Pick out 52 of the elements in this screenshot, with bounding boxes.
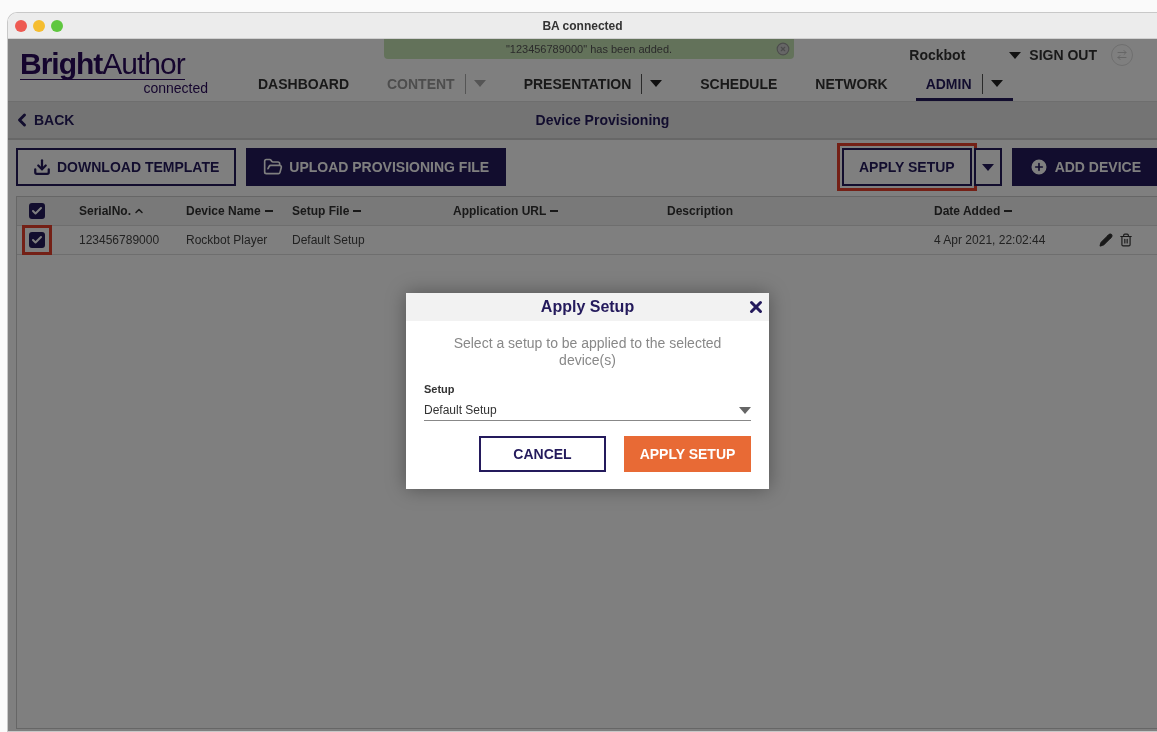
- dropdown-button[interactable]: [973, 148, 1002, 186]
- caret-icon: [981, 163, 994, 171]
- menu-toggle[interactable]: [641, 73, 663, 94]
- sign-out-link[interactable]: SIGN OUT: [1029, 47, 1097, 63]
- edit-icon[interactable]: [1099, 233, 1113, 247]
- close-button[interactable]: [747, 298, 765, 316]
- user-name: Rockbot: [909, 47, 966, 63]
- window-title: BA connected: [542, 18, 623, 33]
- upload-file-button[interactable]: UPLOAD PROVISIONING FILE: [246, 148, 507, 186]
- folder-icon: [263, 157, 284, 177]
- cancel-button[interactable]: CANCEL: [479, 436, 606, 472]
- close-window-icon[interactable]: [15, 19, 27, 32]
- apply-setup-button[interactable]: APPLY SETUP: [624, 436, 751, 472]
- column-header[interactable]: SerialNo.: [79, 204, 132, 218]
- table-cell-text: 4 Apr 2021, 22:02:44: [933, 233, 1047, 247]
- field-label: Setup: [424, 383, 456, 395]
- add-device-button[interactable]: ADD DEVICE: [1011, 148, 1157, 186]
- nav-tab[interactable]: SCHEDULE: [690, 69, 788, 101]
- caret-icon: [1009, 51, 1022, 59]
- column-header[interactable]: Setup File: [292, 204, 350, 218]
- download-template-button[interactable]: DOWNLOAD TEMPLATE: [16, 148, 237, 186]
- nav-tab[interactable]: PRESENTATION: [513, 69, 673, 101]
- caret-icon: [473, 80, 486, 87]
- notification-toast: "123456789000" has been added.: [384, 39, 794, 59]
- download-icon: [33, 158, 51, 176]
- caret-icon: [990, 80, 1003, 87]
- apply-setup-button[interactable]: APPLY SETUP: [841, 148, 972, 186]
- dialog-title: Apply Setup: [540, 298, 635, 316]
- delete-icon[interactable]: [1119, 233, 1133, 247]
- column-header[interactable]: Description: [667, 204, 733, 218]
- setup-select[interactable]: Default Setup: [424, 401, 751, 421]
- nav-tab[interactable]: DASHBOARD: [248, 69, 359, 101]
- checkbox[interactable]: [29, 203, 45, 219]
- logo-name: BrightAuthor: [20, 49, 185, 80]
- column-header[interactable]: Date Added: [934, 204, 1001, 218]
- column-header[interactable]: Device Name: [186, 204, 261, 218]
- back-link[interactable]: BACK: [8, 110, 75, 130]
- checkbox[interactable]: [29, 232, 45, 248]
- check-icon: [31, 205, 43, 217]
- menu-toggle[interactable]: [981, 73, 1003, 94]
- table-cell-text: 123456789000: [78, 233, 161, 247]
- check-icon: [31, 234, 43, 246]
- table-cell-text: Default Setup: [291, 233, 366, 247]
- column-header[interactable]: Application URL: [453, 204, 547, 218]
- caret-icon: [650, 80, 663, 87]
- caret-icon: [739, 406, 751, 414]
- dialog-message: Select a setup to be applied to the selected device(s): [452, 334, 723, 369]
- logo-subtitle: connected: [143, 80, 208, 96]
- nav-tab[interactable]: NETWORK: [805, 69, 898, 101]
- page-title: Device Provisioning: [535, 112, 670, 128]
- table-cell-text: Rockbot Player: [185, 233, 269, 247]
- plus-icon: [1028, 157, 1049, 177]
